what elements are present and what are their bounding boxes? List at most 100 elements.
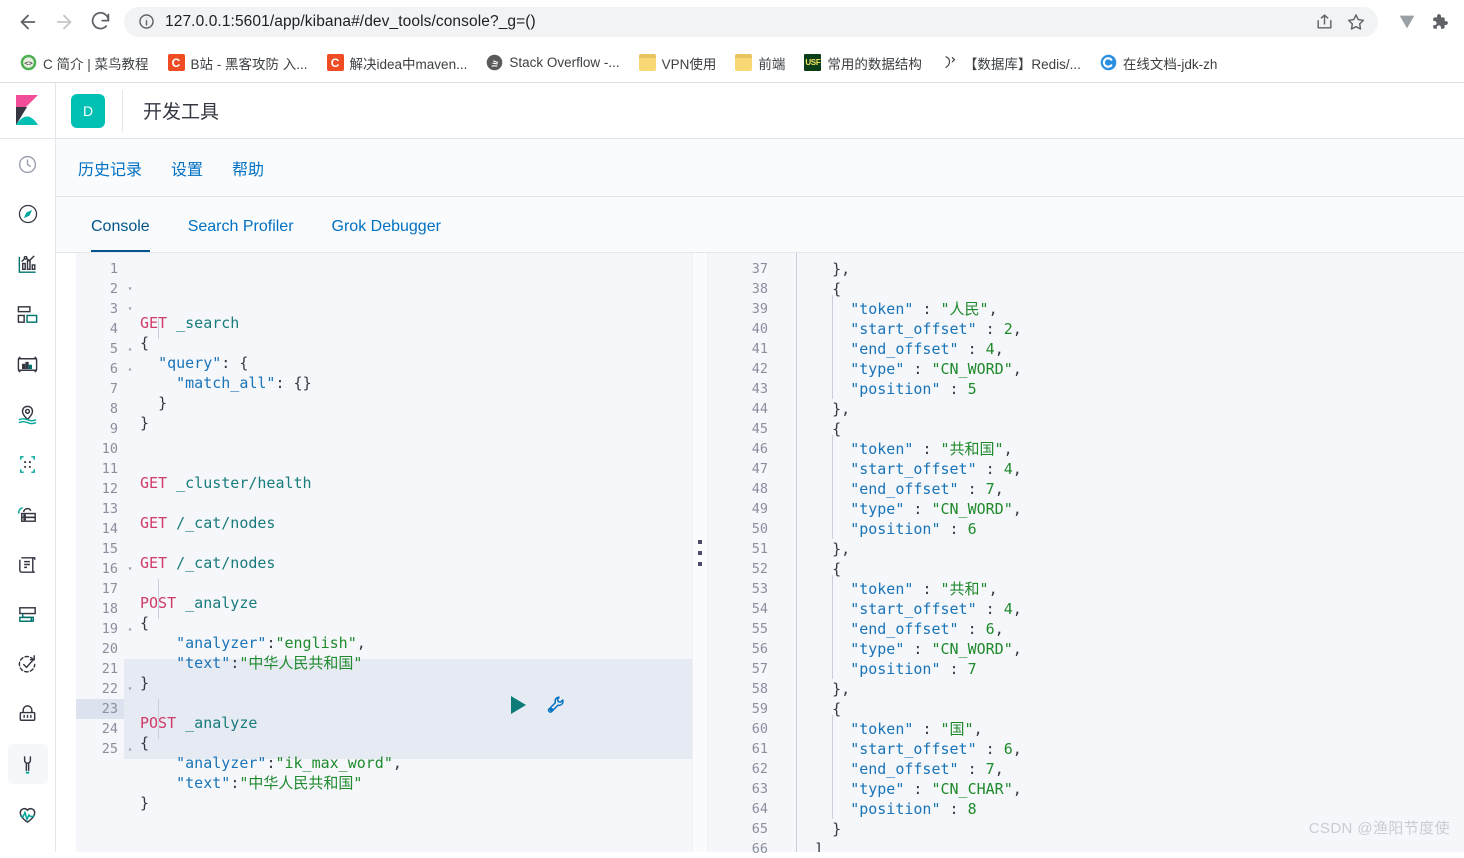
code-line[interactable]: }: [124, 793, 692, 813]
resize-handle[interactable]: [692, 253, 708, 852]
code-line[interactable]: "start_offset" : 4,: [774, 599, 1464, 619]
code-line[interactable]: GET _cluster/health: [124, 473, 692, 493]
code-line[interactable]: "analyzer":"english",: [124, 633, 692, 653]
sidebar-item-uptime[interactable]: [8, 644, 48, 684]
forward-button[interactable]: [46, 4, 82, 40]
code-line[interactable]: "token" : "人民",: [774, 299, 1464, 319]
code-line[interactable]: },: [774, 539, 1464, 559]
bookmark-item[interactable]: <> C 简介 | 菜鸟教程: [12, 49, 157, 77]
sidebar-item-maps[interactable]: [8, 394, 48, 434]
code-line[interactable]: "start_offset" : 2,: [774, 319, 1464, 339]
tab-grok-debugger[interactable]: Grok Debugger: [313, 218, 460, 252]
sidebar-item-visualize[interactable]: [8, 244, 48, 284]
response-gutter[interactable]: 37▴38▾394041424344▴45▾464748495051▴52▾53…: [708, 253, 782, 857]
bookmark-item[interactable]: VPN使用: [631, 49, 725, 77]
code-line[interactable]: "end_offset" : 7,: [774, 479, 1464, 499]
site-info-icon[interactable]: [136, 12, 156, 32]
sidebar-item-infrastructure[interactable]: [8, 494, 48, 534]
reload-button[interactable]: [82, 4, 118, 40]
tab-console[interactable]: Console: [72, 218, 169, 252]
code-line[interactable]: }: [124, 393, 692, 413]
code-line[interactable]: }: [124, 413, 692, 433]
bookmark-item[interactable]: Stack Overflow -...: [478, 50, 627, 75]
code-line[interactable]: [124, 573, 692, 593]
bookmark-item[interactable]: 【数据库】Redis/...: [933, 49, 1089, 77]
code-line[interactable]: },: [774, 679, 1464, 699]
fold-toggle[interactable]: [124, 259, 136, 279]
play-button[interactable]: [510, 696, 526, 714]
code-line[interactable]: "type" : "CN_WORD",: [774, 639, 1464, 659]
topnav-help[interactable]: 帮助: [226, 152, 270, 184]
code-line[interactable]: {: [774, 559, 1464, 579]
topnav-settings[interactable]: 设置: [165, 152, 209, 184]
code-line[interactable]: "type" : "CN_CHAR",: [774, 779, 1464, 799]
sidebar-item-siem[interactable]: [8, 694, 48, 734]
code-line[interactable]: "position" : 6: [774, 519, 1464, 539]
response-editor[interactable]: 37▴38▾394041424344▴45▾464748495051▴52▾53…: [708, 253, 1464, 857]
bookmark-item[interactable]: 在线文档-jdk-zh: [1092, 49, 1226, 77]
code-line[interactable]: "analyzer":"ik_max_word",: [124, 753, 692, 773]
code-line[interactable]: "type" : "CN_WORD",: [774, 499, 1464, 519]
code-line[interactable]: "query": {: [124, 353, 692, 373]
code-line[interactable]: "type" : "CN_WORD",: [774, 359, 1464, 379]
response-code[interactable]: }, { "token" : "人民", "start_offset" : 2,…: [774, 253, 1464, 852]
code-line[interactable]: [124, 493, 692, 513]
code-line[interactable]: {: [774, 279, 1464, 299]
code-line[interactable]: GET /_cat/nodes: [124, 513, 692, 533]
code-line[interactable]: {: [774, 419, 1464, 439]
code-line[interactable]: [124, 533, 692, 553]
code-line[interactable]: [124, 433, 692, 453]
puzzle-piece-icon[interactable]: [1424, 7, 1454, 37]
sidebar-item-monitoring[interactable]: [8, 794, 48, 834]
code-line[interactable]: "text":"中华人民共和国": [124, 773, 692, 793]
sidebar-item-canvas[interactable]: [8, 344, 48, 384]
code-line[interactable]: "position" : 8: [774, 799, 1464, 819]
request-editor[interactable]: 1 2 ▾ 3 ▾ 4 5 ▴ 6 ▴ 7 8 9 10 11 12 13 14 15 16 ▾ 17 18 19 ▴ 20 21 2…: [56, 253, 692, 852]
code-line[interactable]: "end_offset" : 4,: [774, 339, 1464, 359]
app-badge[interactable]: D: [71, 93, 105, 128]
address-bar[interactable]: 127.0.0.1:5601/app/kibana#/dev_tools/con…: [124, 6, 1378, 37]
bookmark-item[interactable]: USF 常用的数据结构: [796, 49, 930, 77]
v-extension-icon[interactable]: [1392, 7, 1422, 37]
code-line[interactable]: "position" : 7: [774, 659, 1464, 679]
code-line[interactable]: "position" : 5: [774, 379, 1464, 399]
bookmark-item[interactable]: C 解决idea中maven...: [319, 49, 476, 77]
topnav-history[interactable]: 历史记录: [72, 152, 148, 184]
back-button[interactable]: [10, 4, 46, 40]
bookmark-item[interactable]: 前端: [727, 49, 793, 77]
fold-toggle[interactable]: ▾: [124, 279, 136, 299]
sidebar-item-recently-viewed[interactable]: [8, 144, 48, 184]
code-line[interactable]: {: [124, 333, 692, 353]
code-line[interactable]: "end_offset" : 6,: [774, 619, 1464, 639]
sidebar-item-machine-learning[interactable]: [8, 444, 48, 484]
code-line[interactable]: },: [774, 259, 1464, 279]
sidebar-item-apm[interactable]: [8, 594, 48, 634]
star-icon[interactable]: [1342, 8, 1370, 36]
code-line[interactable]: },: [774, 399, 1464, 419]
kibana-logo[interactable]: [0, 83, 55, 139]
bookmark-item[interactable]: C B站 - 黑客攻防 入...: [160, 49, 316, 77]
code-line[interactable]: GET /_cat/nodes: [124, 553, 692, 573]
request-gutter[interactable]: 1 2 ▾ 3 ▾ 4 5 ▴ 6 ▴ 7 8 9 10 11 12 13 14 15 16 ▾ 17 18 19 ▴ 20 21 2…: [76, 253, 132, 852]
sidebar-item-dashboard[interactable]: [8, 294, 48, 334]
code-line[interactable]: POST _analyze: [124, 593, 692, 613]
code-line[interactable]: {: [774, 699, 1464, 719]
share-icon[interactable]: [1310, 8, 1338, 36]
sidebar-item-discover[interactable]: [8, 194, 48, 234]
wrench-button[interactable]: [544, 658, 670, 752]
code-line[interactable]: [124, 453, 692, 473]
code-line[interactable]: GET _search: [124, 313, 692, 333]
request-code[interactable]: GET _search{ "query": { "match_all": {} …: [124, 253, 692, 852]
code-line[interactable]: "match_all": {}: [124, 373, 692, 393]
code-line[interactable]: "end_offset" : 7,: [774, 759, 1464, 779]
code-line[interactable]: "start_offset" : 4,: [774, 459, 1464, 479]
sidebar-item-dev-tools[interactable]: [7, 744, 48, 784]
code-line[interactable]: "token" : "共和国",: [774, 439, 1464, 459]
code-line[interactable]: {: [124, 613, 692, 633]
code-line[interactable]: "token" : "国",: [774, 719, 1464, 739]
code-line[interactable]: ]: [774, 839, 1464, 852]
code-line[interactable]: "token" : "共和",: [774, 579, 1464, 599]
code-line[interactable]: "start_offset" : 6,: [774, 739, 1464, 759]
tab-search-profiler[interactable]: Search Profiler: [169, 218, 313, 252]
sidebar-item-logs[interactable]: [8, 544, 48, 584]
